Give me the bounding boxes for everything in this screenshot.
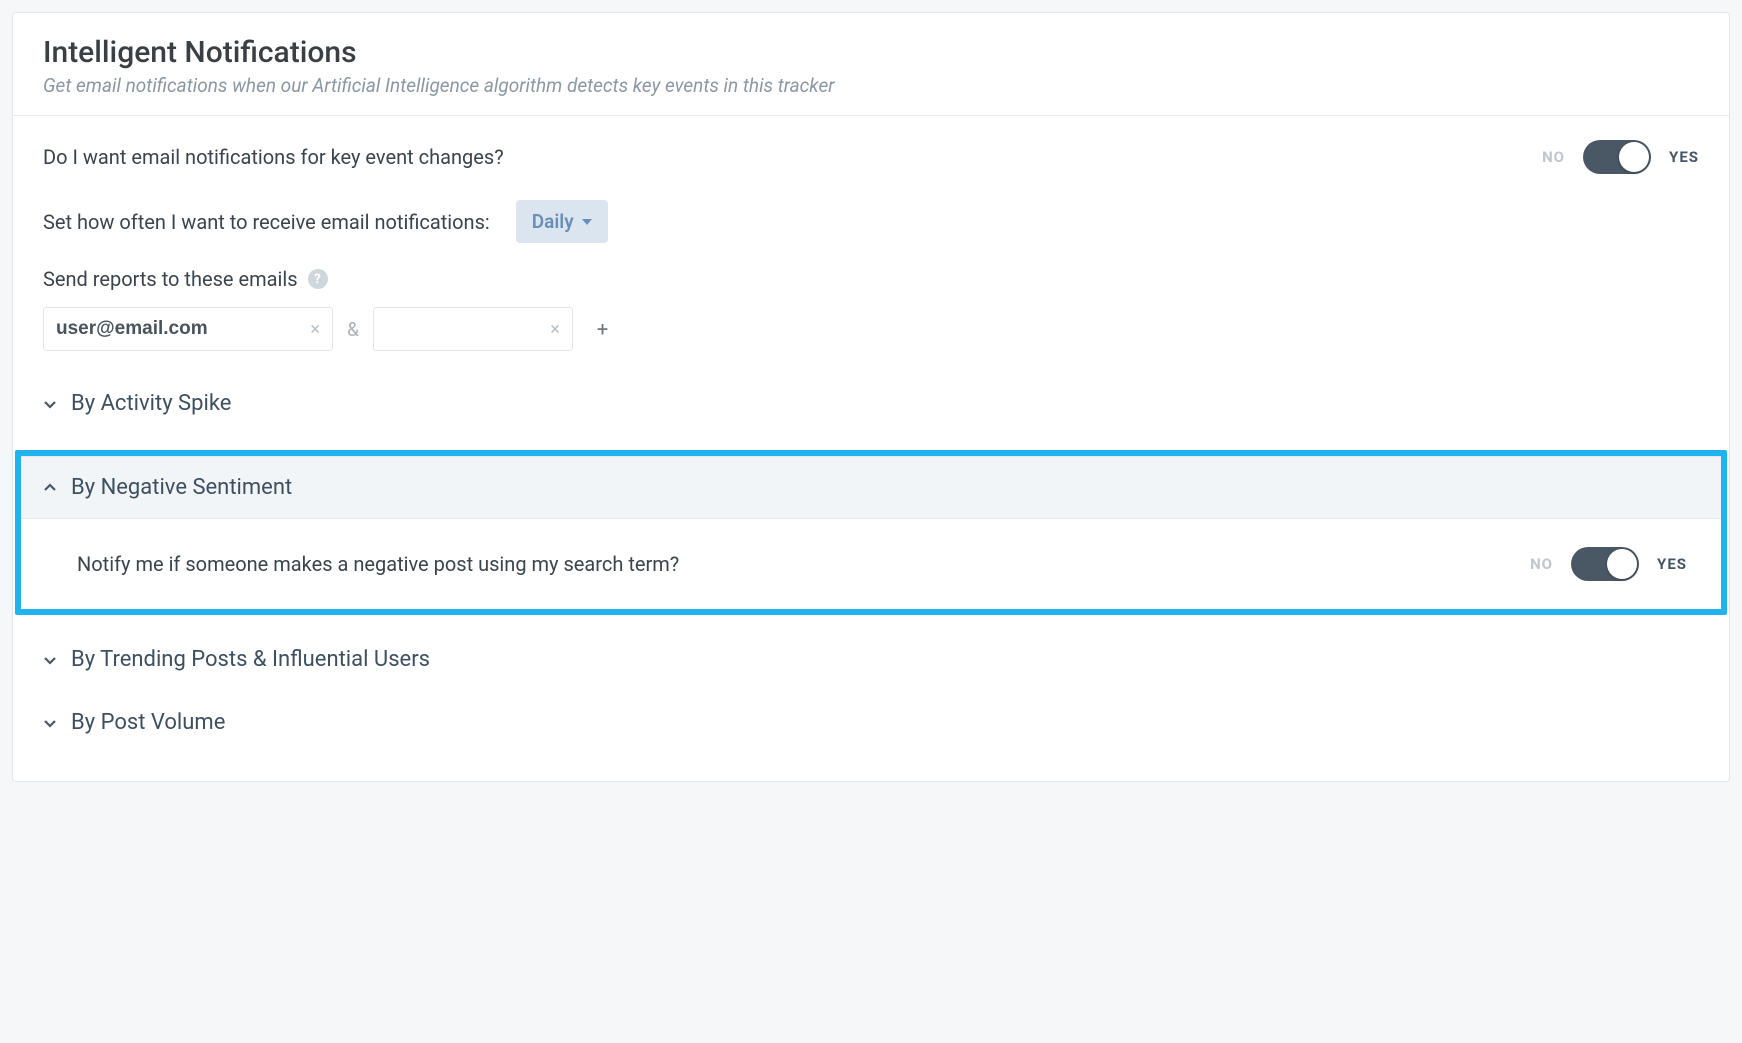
page-subtitle: Get email notifications when our Artific… <box>43 74 1699 97</box>
emails-label: Send reports to these emails <box>43 267 298 291</box>
emails-inputs: × & × + <box>43 307 1699 351</box>
accordion-header-post-volume[interactable]: By Post Volume <box>43 706 1699 739</box>
help-icon[interactable]: ? <box>308 269 328 289</box>
accordion-header-activity-spike[interactable]: By Activity Spike <box>43 387 1699 420</box>
toggle-no-label: NO <box>1542 148 1565 166</box>
negative-sentiment-toggle[interactable] <box>1571 547 1639 581</box>
chevron-up-icon <box>43 481 57 495</box>
accordion-title: By Post Volume <box>71 710 225 735</box>
ampersand-separator: & <box>347 318 359 341</box>
notifications-panel: Intelligent Notifications Get email noti… <box>12 12 1730 782</box>
toggle-no-label: NO <box>1530 555 1553 573</box>
chevron-down-icon <box>43 397 57 411</box>
email-input-2[interactable]: × <box>373 307 573 351</box>
email-input-1[interactable]: × <box>43 307 333 351</box>
clear-icon[interactable]: × <box>302 319 320 340</box>
emails-section: Send reports to these emails ? × & × + <box>43 267 1699 351</box>
enable-notifications-toggle[interactable] <box>1583 140 1651 174</box>
accordion-trending: By Trending Posts & Influential Users <box>43 643 1699 676</box>
enable-notifications-label: Do I want email notifications for key ev… <box>43 145 504 169</box>
clear-icon[interactable]: × <box>542 319 560 340</box>
panel-header: Intelligent Notifications Get email noti… <box>13 13 1729 116</box>
email-field-2[interactable] <box>386 318 542 340</box>
negative-sentiment-content: Notify me if someone makes a negative po… <box>21 519 1721 609</box>
toggle-yes-label: YES <box>1657 555 1687 573</box>
accordion-title: By Negative Sentiment <box>71 475 292 500</box>
frequency-label: Set how often I want to receive email no… <box>43 210 490 234</box>
chevron-down-icon <box>43 653 57 667</box>
caret-down-icon <box>582 219 592 225</box>
panel-body: Do I want email notifications for key ev… <box>13 116 1729 781</box>
accordion-title: By Trending Posts & Influential Users <box>71 647 430 672</box>
enable-notifications-toggle-group: NO YES <box>1542 140 1699 174</box>
chevron-down-icon <box>43 716 57 730</box>
add-email-button[interactable]: + <box>587 311 618 347</box>
page-title: Intelligent Notifications <box>43 35 1699 70</box>
accordion-title: By Activity Spike <box>71 391 231 416</box>
enable-notifications-row: Do I want email notifications for key ev… <box>43 140 1699 174</box>
toggle-yes-label: YES <box>1669 148 1699 166</box>
negative-sentiment-toggle-group: NO YES <box>1530 547 1687 581</box>
accordion-post-volume: By Post Volume <box>43 706 1699 739</box>
frequency-value: Daily <box>532 210 574 233</box>
frequency-dropdown[interactable]: Daily <box>516 200 608 243</box>
accordion-activity-spike: By Activity Spike <box>43 387 1699 420</box>
frequency-row: Set how often I want to receive email no… <box>43 200 1699 243</box>
negative-sentiment-label: Notify me if someone makes a negative po… <box>77 552 679 576</box>
accordion-header-negative-sentiment[interactable]: By Negative Sentiment <box>21 456 1721 519</box>
accordion-header-trending[interactable]: By Trending Posts & Influential Users <box>43 643 1699 676</box>
email-field-1[interactable] <box>56 318 302 340</box>
accordion-negative-sentiment: By Negative Sentiment Notify me if someo… <box>15 450 1727 615</box>
emails-label-row: Send reports to these emails ? <box>43 267 1699 291</box>
